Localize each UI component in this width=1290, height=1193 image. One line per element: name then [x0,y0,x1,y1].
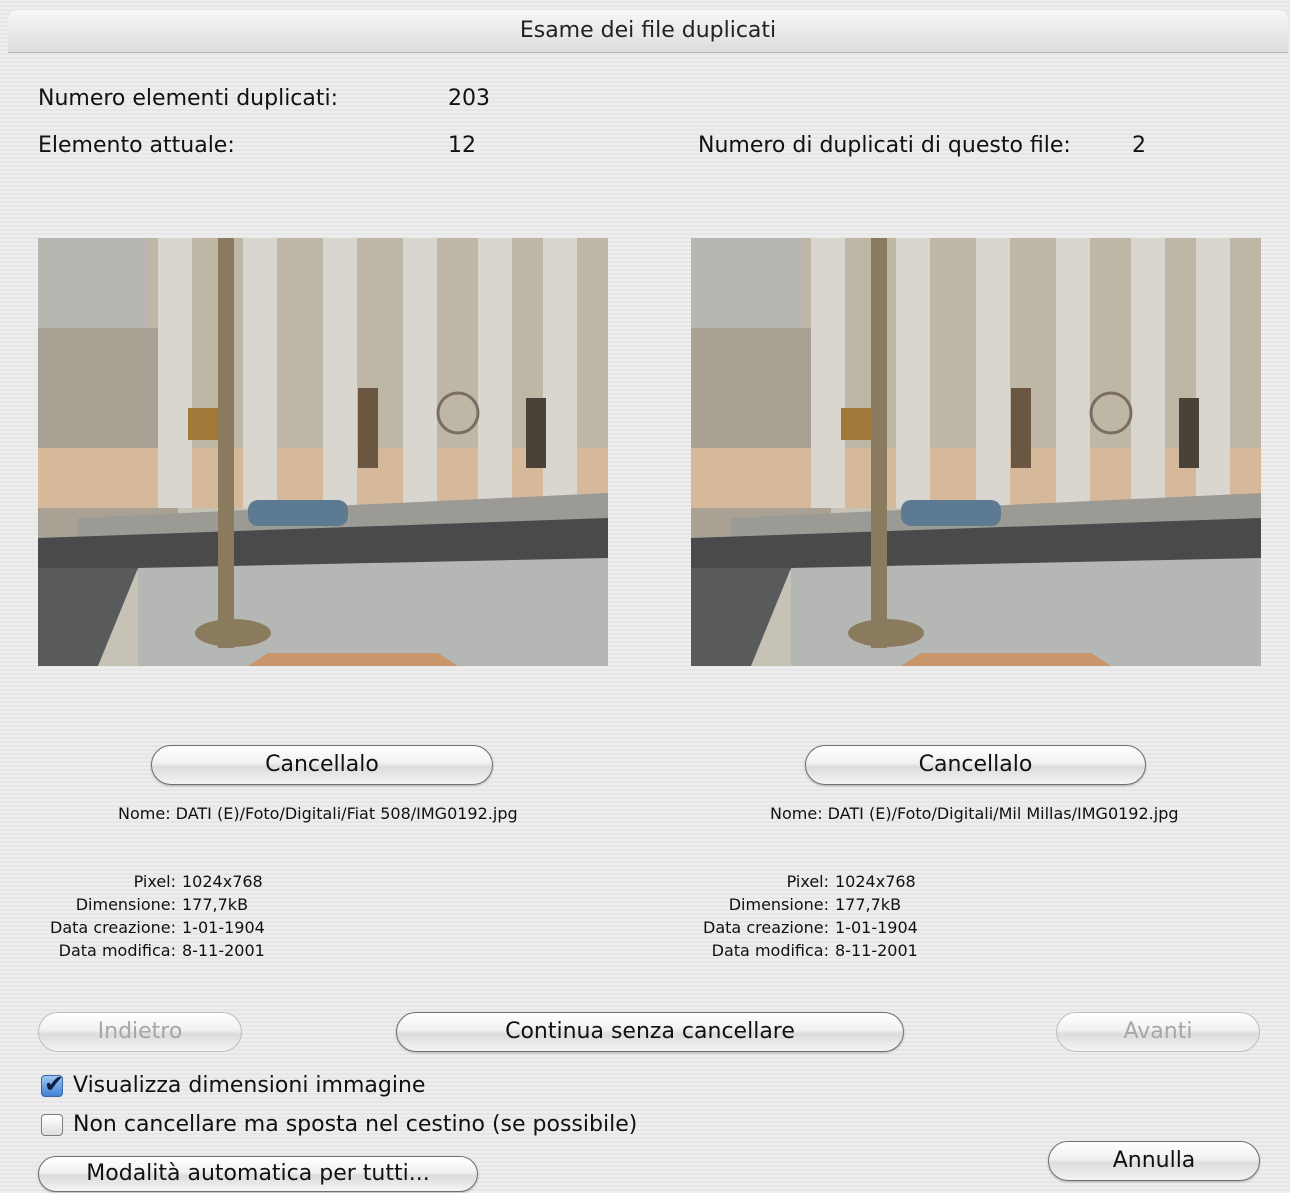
show-image-size-checkbox[interactable] [41,1070,64,1098]
left-meta-size: Dimensione: 177,7kB [0,893,265,916]
meta-key: Data modifica: [711,941,829,960]
left-meta-pixels: Pixel: 1024x768 [0,870,265,893]
left-image-preview [38,238,608,666]
right-meta-modified: Data modifica: 8-11-2001 [653,939,918,962]
duplicates-count-label: Numero elementi duplicati: [38,86,339,111]
meta-value: 1-01-1904 [182,918,265,937]
move-to-trash-label: Non cancellare ma sposta nel cestino (se… [73,1112,638,1137]
left-meta-modified: Data modifica: 8-11-2001 [0,939,265,962]
delete-left-button[interactable]: Cancellalo [151,745,493,785]
automatic-mode-button[interactable]: Modalità automatica per tutti... [38,1156,478,1192]
delete-right-button[interactable]: Cancellalo [805,745,1146,785]
meta-key: Data creazione: [50,918,176,937]
show-image-size-option[interactable]: Visualizza dimensioni immagine [41,1070,426,1098]
right-meta-created: Data creazione: 1-01-1904 [653,916,918,939]
meta-key: Dimensione: [728,895,829,914]
meta-key: Dimensione: [75,895,176,914]
meta-key: Pixel: [786,872,829,891]
meta-value: 1024x768 [182,872,263,891]
move-to-trash-option[interactable]: Non cancellare ma sposta nel cestino (se… [41,1112,637,1137]
current-item-value: 12 [448,133,476,158]
continue-without-deleting-button[interactable]: Continua senza cancellare [396,1012,904,1052]
left-photo-drawing [38,238,608,666]
cancel-button[interactable]: Annulla [1048,1141,1260,1181]
meta-key: Data modifica: [58,941,176,960]
right-meta-pixels: Pixel: 1024x768 [653,870,918,893]
meta-value: 8-11-2001 [835,941,918,960]
back-button[interactable]: Indietro [38,1012,242,1052]
next-button[interactable]: Avanti [1056,1012,1260,1052]
right-meta-size: Dimensione: 177,7kB [653,893,918,916]
duplicate-review-dialog: Esame dei file duplicati Numero elementi… [0,0,1290,1193]
current-item-label: Elemento attuale: [38,133,235,158]
move-to-trash-checkbox[interactable] [41,1113,63,1136]
meta-key: Pixel: [133,872,176,891]
duplicates-count-value: 203 [448,86,490,111]
left-meta-created: Data creazione: 1-01-1904 [0,916,265,939]
right-file-metadata: Pixel: 1024x768 Dimensione: 177,7kB Data… [653,870,918,962]
meta-value: 1024x768 [835,872,916,891]
right-file-name: Nome: DATI (E)/Foto/Digitali/Mil Millas/… [770,804,1179,823]
meta-value: 8-11-2001 [182,941,265,960]
right-photo-drawing [691,238,1261,666]
meta-key: Data creazione: [703,918,829,937]
right-image-preview [691,238,1261,666]
meta-value: 1-01-1904 [835,918,918,937]
file-duplicates-value: 2 [1132,133,1146,158]
show-image-size-label: Visualizza dimensioni immagine [73,1073,426,1098]
file-duplicates-label: Numero di duplicati di questo file: [698,133,1071,158]
window-title: Esame dei file duplicati [8,10,1288,53]
meta-value: 177,7kB [835,895,902,914]
left-file-name: Nome: DATI (E)/Foto/Digitali/Fiat 508/IM… [118,804,518,823]
left-file-metadata: Pixel: 1024x768 Dimensione: 177,7kB Data… [0,870,265,962]
meta-value: 177,7kB [182,895,249,914]
